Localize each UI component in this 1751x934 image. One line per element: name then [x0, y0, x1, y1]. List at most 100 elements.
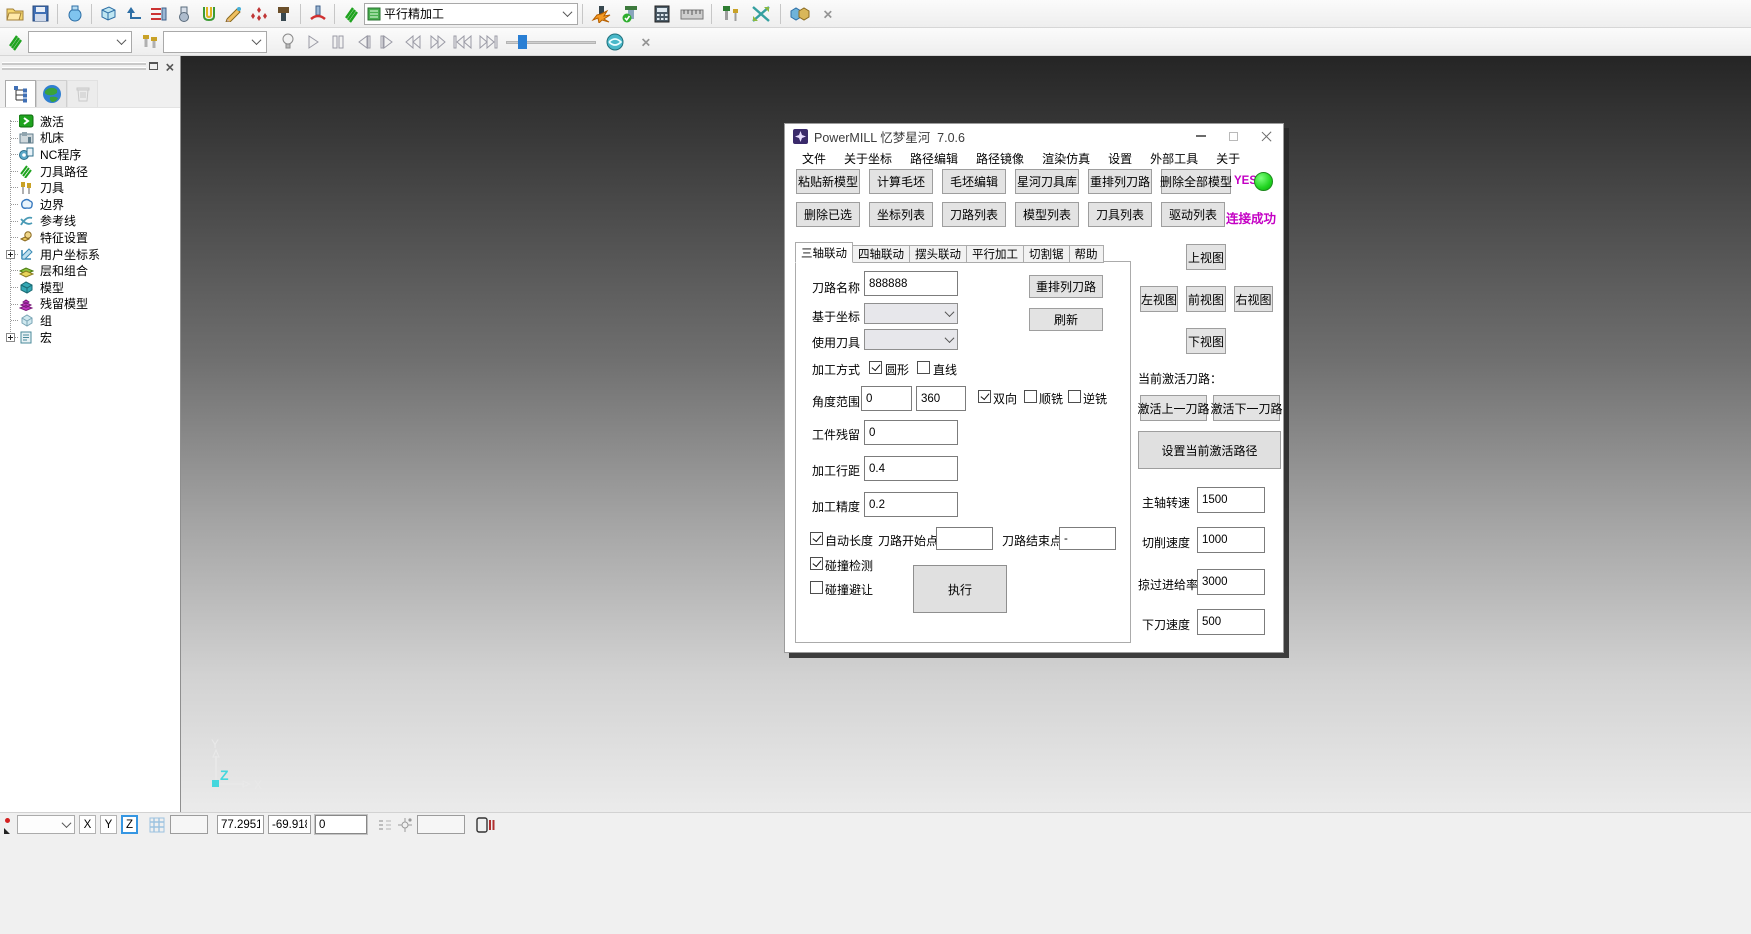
tree-item-macros[interactable]: 宏 [0, 329, 180, 346]
statusbar-combobox[interactable] [17, 815, 75, 834]
toolbar-close-icon[interactable] [633, 30, 658, 54]
menu-file[interactable]: 文件 [793, 150, 835, 167]
simulation-speed-slider[interactable] [506, 32, 596, 52]
coord-y-input[interactable] [268, 815, 311, 834]
menu-external-tools[interactable]: 外部工具 [1141, 150, 1207, 167]
tab-explorer-tree[interactable] [5, 80, 36, 107]
tool-combobox[interactable] [163, 31, 267, 53]
light-bulb-icon[interactable] [275, 30, 300, 54]
tree-item-toolpaths[interactable]: 刀具路径 [0, 163, 180, 180]
coord-x-input[interactable] [217, 815, 264, 834]
collision-check-checkbox[interactable] [810, 557, 823, 570]
angle-from-input[interactable] [861, 386, 912, 411]
tree-item-machine-tool[interactable]: 机床 [0, 130, 180, 147]
axis-y-button[interactable]: Y [100, 815, 117, 834]
tool-list-button[interactable]: 刀具列表 [1088, 202, 1152, 227]
set-active-path-button[interactable]: 设置当前激活路径 [1138, 431, 1281, 469]
grid-snap-icon[interactable] [146, 817, 168, 833]
circular-checkbox[interactable] [869, 361, 882, 374]
dialog-titlebar[interactable]: PowerMILL 忆梦星河 7.0.6 [785, 124, 1283, 148]
save-project-icon[interactable] [28, 2, 53, 26]
menu-about[interactable]: 关于 [1207, 150, 1249, 167]
tab-3axis[interactable]: 三轴联动 [795, 242, 853, 263]
toolbar-close-icon[interactable] [815, 2, 840, 26]
plunge-speed-input[interactable] [1197, 609, 1265, 635]
tab-head-swing[interactable]: 摆头联动 [910, 245, 967, 263]
view-right-button[interactable]: 右视图 [1234, 286, 1273, 312]
bidirectional-checkbox[interactable] [978, 390, 991, 403]
toolpath-list-button[interactable]: 刀路列表 [942, 202, 1006, 227]
draw-mode-button[interactable] [2, 815, 15, 835]
transform-icon[interactable] [746, 2, 776, 26]
panel-close-icon[interactable] [162, 59, 176, 73]
toolpath-combobox[interactable] [28, 31, 132, 53]
minimize-button[interactable] [1184, 125, 1217, 147]
statusbar-field2-input[interactable] [417, 815, 465, 834]
tree-item-tools[interactable]: 刀具 [0, 179, 180, 196]
toolpath-name-input[interactable] [864, 271, 958, 296]
tree-item-levels-sets[interactable]: 层和组合 [0, 262, 180, 279]
pause-icon[interactable] [325, 30, 350, 54]
coord-list-icon[interactable] [375, 818, 395, 832]
calculator-pause-icon[interactable] [473, 817, 499, 833]
menu-about-coords[interactable]: 关于坐标 [835, 150, 901, 167]
activate-next-button[interactable]: 激活下一刀路 [1213, 395, 1280, 421]
angle-to-input[interactable] [916, 386, 966, 411]
rearrange-button[interactable]: 重排列刀路 [1029, 275, 1103, 298]
execute-button[interactable]: 执行 [913, 565, 1007, 613]
tool-pair-icon[interactable] [716, 2, 746, 26]
toolpath-spring-icon[interactable] [339, 2, 364, 26]
stock-allowance-input[interactable] [864, 420, 958, 445]
strategy-combobox[interactable]: 平行精加工 [364, 3, 578, 25]
tool-icon[interactable] [138, 30, 163, 54]
fast-forward-icon[interactable] [425, 30, 450, 54]
tree-item-workplanes[interactable]: 用户坐标系 [0, 246, 180, 263]
tab-help[interactable]: 帮助 [1070, 245, 1104, 263]
calc-stock-button[interactable]: 计算毛坯 [869, 169, 933, 194]
expand-icon[interactable] [6, 250, 15, 259]
maximize-button[interactable] [1217, 125, 1250, 147]
tab-parallel[interactable]: 平行加工 [967, 245, 1024, 263]
stock-edit-button[interactable]: 毛坯编辑 [942, 169, 1006, 194]
tree-item-groups[interactable]: 组 [0, 312, 180, 329]
coord-z-input[interactable] [315, 815, 367, 834]
menu-render-sim[interactable]: 渲染仿真 [1033, 150, 1099, 167]
tool-edit-icon[interactable] [146, 2, 171, 26]
step-forward-icon[interactable] [375, 30, 400, 54]
tree-item-boundaries[interactable]: 边界 [0, 196, 180, 213]
tool-library-button[interactable]: 星河刀具库 [1015, 169, 1079, 194]
slider-handle[interactable] [518, 35, 527, 49]
tab-recycle-bin[interactable] [67, 80, 98, 107]
tool-used-combobox[interactable] [864, 329, 958, 350]
tree-item-models[interactable]: 模型 [0, 279, 180, 296]
tree-item-stock-models[interactable]: 残留模型 [0, 296, 180, 313]
climb-checkbox[interactable] [1024, 390, 1037, 403]
open-project-icon[interactable] [3, 2, 28, 26]
tree-item-patterns[interactable]: 参考线 [0, 213, 180, 230]
calculator-icon[interactable] [647, 2, 677, 26]
delete-all-models-button[interactable]: 删除全部模型 [1161, 169, 1231, 194]
tab-4axis[interactable]: 四轴联动 [853, 245, 910, 263]
collision-avoid-checkbox[interactable] [810, 581, 823, 594]
start-point-input[interactable] [936, 527, 993, 550]
drive-list-button[interactable]: 驱动列表 [1161, 202, 1225, 227]
panel-grip[interactable] [2, 62, 146, 65]
view-bottom-button[interactable]: 下视图 [1186, 328, 1226, 354]
panel-grip[interactable] [2, 67, 146, 70]
tool-verify-icon[interactable] [617, 2, 647, 26]
toolpath-spring-icon[interactable] [3, 30, 28, 54]
grid-size-input[interactable] [170, 815, 208, 834]
auto-length-checkbox[interactable] [810, 532, 823, 545]
measure-icon[interactable] [677, 2, 707, 26]
tree-item-feature-sets[interactable]: 特征设置 [0, 229, 180, 246]
menu-path-edit[interactable]: 路径编辑 [901, 150, 967, 167]
tree-item-nc-programs[interactable]: NC程序 [0, 146, 180, 163]
ball-tool-icon[interactable] [171, 2, 196, 26]
close-button[interactable] [1250, 125, 1283, 147]
locate-point-icon[interactable] [395, 817, 415, 832]
paste-new-model-button[interactable]: 粘贴新模型 [796, 169, 860, 194]
toolpath-strategies-icon[interactable] [62, 2, 87, 26]
linear-checkbox[interactable] [917, 361, 930, 374]
go-to-end-icon[interactable] [475, 30, 500, 54]
stepover-input[interactable] [864, 456, 958, 481]
